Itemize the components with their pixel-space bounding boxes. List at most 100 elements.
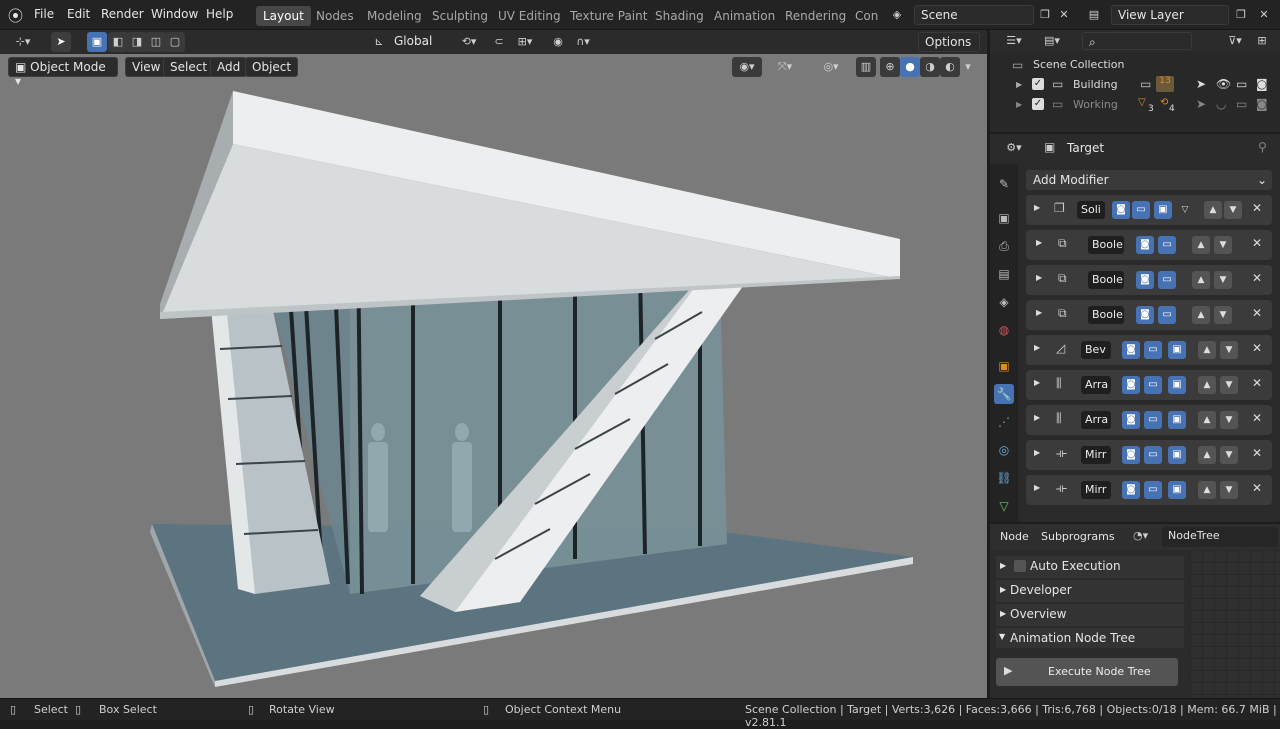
- auto-execution-checkbox[interactable]: [1014, 560, 1026, 572]
- node-grid[interactable]: [1190, 550, 1280, 698]
- building-label[interactable]: Building: [1073, 78, 1118, 91]
- modifier-row[interactable]: ▶ ⧉ Boole ◙ ▭ ▲ ▼ ✕: [1026, 265, 1272, 295]
- world-tab-icon[interactable]: ◍: [994, 320, 1014, 340]
- tab-layout[interactable]: Layout: [256, 6, 311, 26]
- render-icon[interactable]: ▭: [1158, 271, 1176, 289]
- working-label[interactable]: Working: [1073, 98, 1118, 111]
- editmode-icon[interactable]: ◙: [1122, 376, 1140, 394]
- rendered-shading-icon[interactable]: ◐: [940, 57, 960, 77]
- realtime-icon[interactable]: ◙: [1136, 271, 1154, 289]
- tab-uv-editing[interactable]: UV Editing: [491, 6, 568, 26]
- scene-collection-label[interactable]: Scene Collection: [1033, 58, 1124, 71]
- modifier-row[interactable]: ▶ ⧉ Boole ◙ ▭ ▲ ▼ ✕: [1026, 230, 1272, 260]
- select-mode-intersect-icon[interactable]: ▢: [165, 32, 185, 52]
- menu-window[interactable]: Window: [151, 7, 198, 21]
- move-up-icon[interactable]: ▲: [1198, 341, 1216, 359]
- tab-animation[interactable]: Animation: [707, 6, 782, 26]
- render-icon[interactable]: ▣: [1168, 341, 1186, 359]
- checkbox-building[interactable]: ✓: [1032, 78, 1044, 90]
- properties-editor-icon[interactable]: ⚙▾: [1000, 138, 1028, 158]
- modifier-name[interactable]: Boole: [1088, 306, 1124, 324]
- expand-building-icon[interactable]: ▶: [1016, 80, 1022, 89]
- physics-tab-icon[interactable]: ◎: [994, 440, 1014, 460]
- modifier-row[interactable]: ▶ ❐ Soli ◙ ▭ ▣ ▽ ▲ ▼ ✕: [1026, 195, 1272, 225]
- select-tool-icon[interactable]: ➤: [51, 32, 71, 52]
- expand-icon[interactable]: ▶: [1034, 483, 1040, 492]
- add-modifier-dropdown[interactable]: Add Modifier ⌄: [1026, 170, 1272, 190]
- move-up-icon[interactable]: ▲: [1198, 446, 1216, 464]
- visibility-icon[interactable]: ◉▾: [732, 57, 762, 77]
- close-view-layer-icon[interactable]: ✕: [1254, 5, 1274, 25]
- expand-icon[interactable]: ▶: [1036, 308, 1042, 317]
- blender-logo-icon[interactable]: ⦿: [8, 5, 23, 26]
- data-tab-icon[interactable]: ▽: [994, 496, 1014, 516]
- modifier-row[interactable]: ▶ ◿ Bev ◙ ▭ ▣ ▲ ▼ ✕: [1026, 335, 1272, 365]
- menu-object[interactable]: Object: [245, 57, 299, 77]
- modifier-name[interactable]: Mirr: [1081, 481, 1111, 499]
- realtime-icon[interactable]: ▭: [1144, 446, 1162, 464]
- remove-modifier-icon[interactable]: ✕: [1252, 481, 1262, 495]
- move-down-icon[interactable]: ▼: [1214, 236, 1232, 254]
- render-tab-icon[interactable]: ▣: [994, 208, 1014, 228]
- monitor-icon[interactable]: ▭: [1236, 97, 1247, 111]
- building-objects-badge[interactable]: 13: [1156, 76, 1174, 92]
- constraints-tab-icon[interactable]: ⛓: [994, 468, 1014, 488]
- modifier-name[interactable]: Boole: [1088, 271, 1124, 289]
- remove-modifier-icon[interactable]: ✕: [1252, 341, 1262, 355]
- modifier-name[interactable]: Boole: [1088, 236, 1124, 254]
- editmode-icon[interactable]: ◙: [1112, 201, 1130, 219]
- menu-edit[interactable]: Edit: [67, 7, 90, 21]
- editmode-icon[interactable]: ◙: [1122, 341, 1140, 359]
- tab-shading[interactable]: Shading: [648, 6, 711, 26]
- material-shading-icon[interactable]: ◑: [920, 57, 940, 77]
- realtime-icon[interactable]: ▭: [1144, 411, 1162, 429]
- panel-auto-execution[interactable]: ▶ Auto Execution: [996, 556, 1184, 578]
- node-tree-field[interactable]: NodeTree: [1162, 527, 1278, 547]
- render-icon[interactable]: ▣: [1168, 411, 1186, 429]
- panel-overview[interactable]: ▶ Overview: [996, 604, 1184, 626]
- monitor-icon[interactable]: ▭: [1236, 77, 1247, 91]
- remove-modifier-icon[interactable]: ✕: [1252, 201, 1262, 215]
- select-mode-invert-icon[interactable]: ◫: [146, 32, 166, 52]
- panel-animation-node-tree[interactable]: ▼ Animation Node Tree: [996, 628, 1184, 648]
- move-up-icon[interactable]: ▲: [1198, 376, 1216, 394]
- object-tab-icon[interactable]: ▣: [994, 356, 1014, 376]
- expand-icon[interactable]: ▶: [1036, 273, 1042, 282]
- menu-help[interactable]: Help: [206, 7, 233, 21]
- modifier-name[interactable]: Arra: [1081, 376, 1111, 394]
- remove-modifier-icon[interactable]: ✕: [1252, 236, 1262, 250]
- expand-icon[interactable]: ▶: [1034, 448, 1040, 457]
- move-down-icon[interactable]: ▼: [1214, 306, 1232, 324]
- shading-options-icon[interactable]: ▾: [960, 57, 976, 77]
- menu-add[interactable]: Add: [210, 57, 248, 77]
- remove-modifier-icon[interactable]: ✕: [1252, 271, 1262, 285]
- execute-node-tree-button[interactable]: ▶ Execute Node Tree: [996, 658, 1178, 686]
- pivot-point-icon[interactable]: ⟲▾: [455, 32, 483, 52]
- expand-icon[interactable]: ▶: [1034, 203, 1040, 212]
- expand-icon[interactable]: ▶: [1036, 238, 1042, 247]
- view-layer-icon[interactable]: ▤: [1084, 5, 1104, 25]
- editor-type-icon[interactable]: ⊹▾: [8, 32, 38, 52]
- modifier-row[interactable]: ▶ ⧉ Boole ◙ ▭ ▲ ▼ ✕: [1026, 300, 1272, 330]
- transform-orientation-dropdown[interactable]: Global: [388, 32, 448, 52]
- menu-view[interactable]: View: [125, 57, 168, 77]
- tab-modeling[interactable]: Modeling: [360, 6, 429, 26]
- display-mode-icon[interactable]: ▤▾: [1038, 31, 1066, 51]
- modifier-name[interactable]: Arra: [1081, 411, 1111, 429]
- proportional-edit-icon[interactable]: ◉: [548, 32, 568, 52]
- tab-node[interactable]: Node: [1000, 530, 1029, 543]
- outliner-search-input[interactable]: ⌕: [1082, 32, 1192, 50]
- tab-sculpting[interactable]: Sculpting: [425, 6, 495, 26]
- tab-nodes[interactable]: Nodes: [309, 6, 361, 26]
- options-dropdown[interactable]: Options: [918, 32, 980, 52]
- remove-modifier-icon[interactable]: ✕: [1252, 306, 1262, 320]
- expand-icon[interactable]: ▶: [1034, 413, 1040, 422]
- move-down-icon[interactable]: ▼: [1220, 446, 1238, 464]
- gizmo-icon[interactable]: ⤧▾: [766, 57, 804, 77]
- eye-closed-icon[interactable]: ◡: [1216, 97, 1226, 111]
- menu-select[interactable]: Select: [163, 57, 215, 77]
- outliner-editor-icon[interactable]: ☰▾: [1000, 31, 1028, 51]
- camera-icon[interactable]: ◙: [1256, 97, 1268, 111]
- render-icon[interactable]: ▭: [1158, 236, 1176, 254]
- wireframe-shading-icon[interactable]: ⊕: [880, 57, 900, 77]
